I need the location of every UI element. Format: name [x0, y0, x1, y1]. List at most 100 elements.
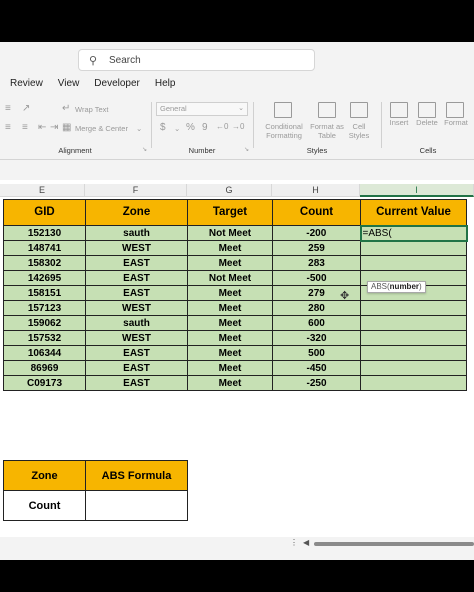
cell-target[interactable]: Not Meet [187, 270, 273, 286]
number-launcher-icon[interactable]: ↘ [244, 146, 249, 153]
cell-target[interactable]: Meet [187, 360, 273, 376]
conditional-formatting-button[interactable]: Conditional Formatting [256, 122, 312, 140]
merge-center-button[interactable]: Merge & Center [75, 124, 128, 133]
cell-count[interactable]: 500 [272, 345, 361, 361]
cell-zone[interactable]: EAST [85, 255, 188, 271]
cell-count[interactable]: -320 [272, 330, 361, 346]
menu-view[interactable]: View [58, 78, 80, 94]
align-center-icon[interactable]: ≡ [22, 122, 28, 133]
cell-count[interactable]: 259 [272, 240, 361, 256]
worksheet[interactable]: E F G H I GID Zone Target Count Current … [0, 180, 474, 540]
cell-zone[interactable]: WEST [85, 240, 188, 256]
cell-count[interactable]: -450 [272, 360, 361, 376]
cell-gid[interactable]: 158302 [3, 255, 86, 271]
format-button[interactable]: Format [440, 118, 472, 127]
cell-styles-line2: Styles [348, 131, 370, 140]
scroll-left-icon[interactable]: ⋮ [290, 538, 298, 547]
align-left-icon[interactable]: ≡ [5, 122, 11, 133]
cell-target[interactable]: Not Meet [187, 225, 273, 241]
cell-gid[interactable]: 157532 [3, 330, 86, 346]
cell-zone[interactable]: WEST [85, 330, 188, 346]
summary-count-value[interactable] [85, 490, 188, 521]
cell-target[interactable]: Meet [187, 240, 273, 256]
cell-gid[interactable]: 158151 [3, 285, 86, 301]
format-as-table-button[interactable]: Format as Table [306, 122, 348, 140]
cell-target[interactable]: Meet [187, 255, 273, 271]
decrease-indent-icon[interactable]: ⇤ [38, 122, 46, 133]
wrap-text-button[interactable]: Wrap Text [75, 105, 109, 114]
cell-zone[interactable]: EAST [85, 360, 188, 376]
column-header-h[interactable]: H [272, 184, 360, 197]
cell-gid[interactable]: 159062 [3, 315, 86, 331]
cell-current-value[interactable] [360, 330, 467, 346]
currency-dropdown-icon[interactable]: ⌄ [174, 124, 180, 133]
table-row: 157532 WEST Meet -320 [3, 330, 467, 346]
cell-current-value[interactable] [360, 360, 467, 376]
cell-zone[interactable]: sauth [85, 225, 188, 241]
menu-help[interactable]: Help [155, 78, 176, 94]
cell-target[interactable]: Meet [187, 285, 273, 301]
cell-styles-button[interactable]: Cell Styles [344, 122, 374, 140]
cell-target[interactable]: Meet [187, 375, 273, 391]
summary-count-label[interactable]: Count [3, 490, 86, 521]
cell-gid[interactable]: 148741 [3, 240, 86, 256]
cell-count[interactable]: -250 [272, 375, 361, 391]
cell-gid[interactable]: 152130 [3, 225, 86, 241]
cell-current-value[interactable] [360, 255, 467, 271]
cell-current-value[interactable] [360, 345, 467, 361]
header-zone[interactable]: Zone [85, 199, 188, 226]
insert-button[interactable]: Insert [384, 118, 414, 127]
cell-count[interactable]: 600 [272, 315, 361, 331]
increase-indent-icon[interactable]: ⇥ [50, 122, 58, 133]
search-box[interactable]: ⚲ Search [78, 49, 315, 71]
currency-button[interactable]: $ [160, 122, 166, 133]
header-target[interactable]: Target [187, 199, 273, 226]
increase-decimal-icon[interactable]: ←0 [216, 122, 228, 131]
scroll-left-arrow-icon[interactable]: ◀ [303, 538, 309, 547]
horizontal-scrollbar[interactable] [314, 542, 474, 546]
header-count[interactable]: Count [272, 199, 361, 226]
percent-button[interactable]: % [186, 122, 195, 133]
header-current-value[interactable]: Current Value [360, 199, 467, 226]
orientation-icon[interactable]: ↗ [22, 103, 30, 114]
menu-review[interactable]: Review [10, 78, 43, 94]
cell-target[interactable]: Meet [187, 300, 273, 316]
cell-gid[interactable]: 86969 [3, 360, 86, 376]
cell-target[interactable]: Meet [187, 315, 273, 331]
cell-current-value[interactable] [360, 375, 467, 391]
comma-button[interactable]: 9 [202, 122, 208, 133]
summary-header-zone[interactable]: Zone [3, 460, 86, 491]
cell-gid[interactable]: 106344 [3, 345, 86, 361]
cell-zone[interactable]: EAST [85, 375, 188, 391]
cell-count[interactable]: -500 [272, 270, 361, 286]
cell-zone[interactable]: sauth [85, 315, 188, 331]
cell-zone[interactable]: EAST [85, 270, 188, 286]
cell-count[interactable]: 283 [272, 255, 361, 271]
cell-target[interactable]: Meet [187, 345, 273, 361]
cell-current-value[interactable] [360, 240, 467, 256]
cell-gid[interactable]: 142695 [3, 270, 86, 286]
summary-header-abs[interactable]: ABS Formula [85, 460, 188, 491]
column-header-f[interactable]: F [85, 184, 187, 197]
menu-developer[interactable]: Developer [94, 78, 140, 94]
alignment-launcher-icon[interactable]: ↘ [142, 146, 147, 153]
cell-count[interactable]: 280 [272, 300, 361, 316]
align-top-icon[interactable]: ≡ [5, 103, 11, 114]
cell-target[interactable]: Meet [187, 330, 273, 346]
active-cell[interactable]: =ABS( [359, 224, 468, 242]
cell-gid[interactable]: C09173 [3, 375, 86, 391]
header-gid[interactable]: GID [3, 199, 86, 226]
delete-button[interactable]: Delete [412, 118, 442, 127]
cell-current-value[interactable] [360, 315, 467, 331]
merge-dropdown-icon[interactable]: ⌄ [136, 124, 142, 133]
cell-count[interactable]: -200 [272, 225, 361, 241]
column-header-i[interactable]: I [360, 184, 474, 197]
cell-current-value[interactable] [360, 300, 467, 316]
decrease-decimal-icon[interactable]: →0 [232, 122, 244, 131]
cell-zone[interactable]: WEST [85, 300, 188, 316]
column-header-e[interactable]: E [0, 184, 85, 197]
cell-gid[interactable]: 157123 [3, 300, 86, 316]
cell-zone[interactable]: EAST [85, 345, 188, 361]
column-header-g[interactable]: G [187, 184, 272, 197]
cell-zone[interactable]: EAST [85, 285, 188, 301]
